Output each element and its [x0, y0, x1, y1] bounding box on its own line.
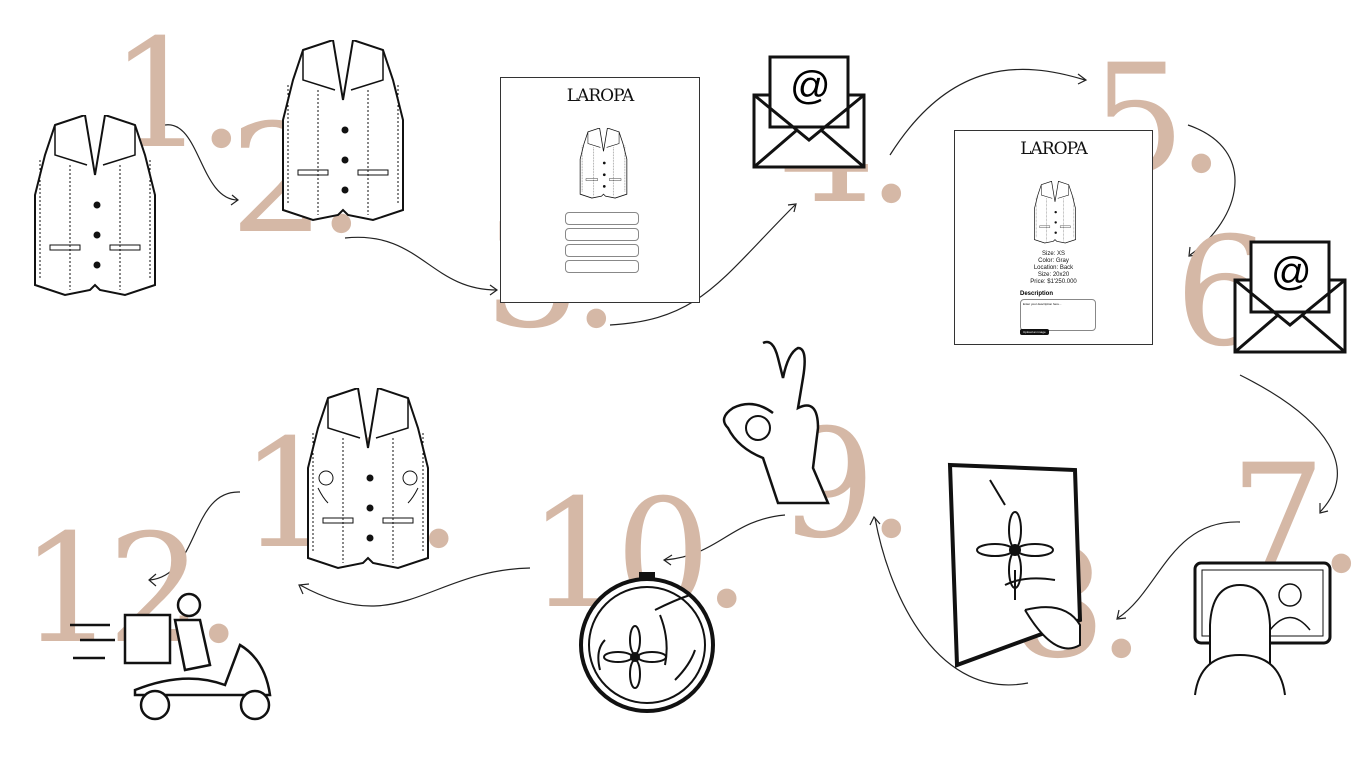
detail-dimensions: Size: 20x20	[1037, 272, 1070, 278]
at-symbol: @	[790, 64, 831, 108]
video-call-icon	[1193, 561, 1332, 696]
product-card: LAROPA Size: XS Color: Gray Location: Ba…	[954, 130, 1153, 345]
vest-icon	[34, 115, 156, 296]
vest-icon	[1034, 181, 1076, 244]
ok-hand-icon	[722, 340, 830, 505]
description-input[interactable]: Enter your description here...	[1020, 299, 1096, 331]
vest-icon	[579, 128, 628, 199]
detail-location: Location: Back	[1033, 265, 1074, 271]
vest-icon	[282, 40, 404, 221]
upload-image-button[interactable]: Upload an image	[1020, 329, 1049, 335]
embroidery-hoop-icon	[579, 572, 715, 713]
product-details: Size: XS Color: Gray Location: Back Size…	[955, 251, 1152, 286]
delivery-scooter-icon	[70, 592, 272, 721]
brand-logo: LAROPA	[1020, 139, 1087, 159]
form-input[interactable]	[565, 212, 639, 225]
brand-logo: LAROPA	[566, 86, 634, 106]
description-label: Description	[1020, 291, 1054, 297]
detail-price: Price: $1'250.000	[1030, 279, 1077, 285]
form-input[interactable]	[565, 228, 639, 241]
form-input[interactable]	[565, 244, 639, 257]
detail-color: Color: Gray	[1038, 258, 1069, 264]
embroidered-vest-icon	[307, 388, 429, 569]
detail-size: Size: XS	[1041, 251, 1065, 257]
form-input[interactable]	[565, 260, 639, 273]
at-symbol: @	[1271, 250, 1312, 294]
form-card: LAROPA	[500, 77, 700, 303]
embroidery-pattern-icon	[947, 462, 1083, 668]
